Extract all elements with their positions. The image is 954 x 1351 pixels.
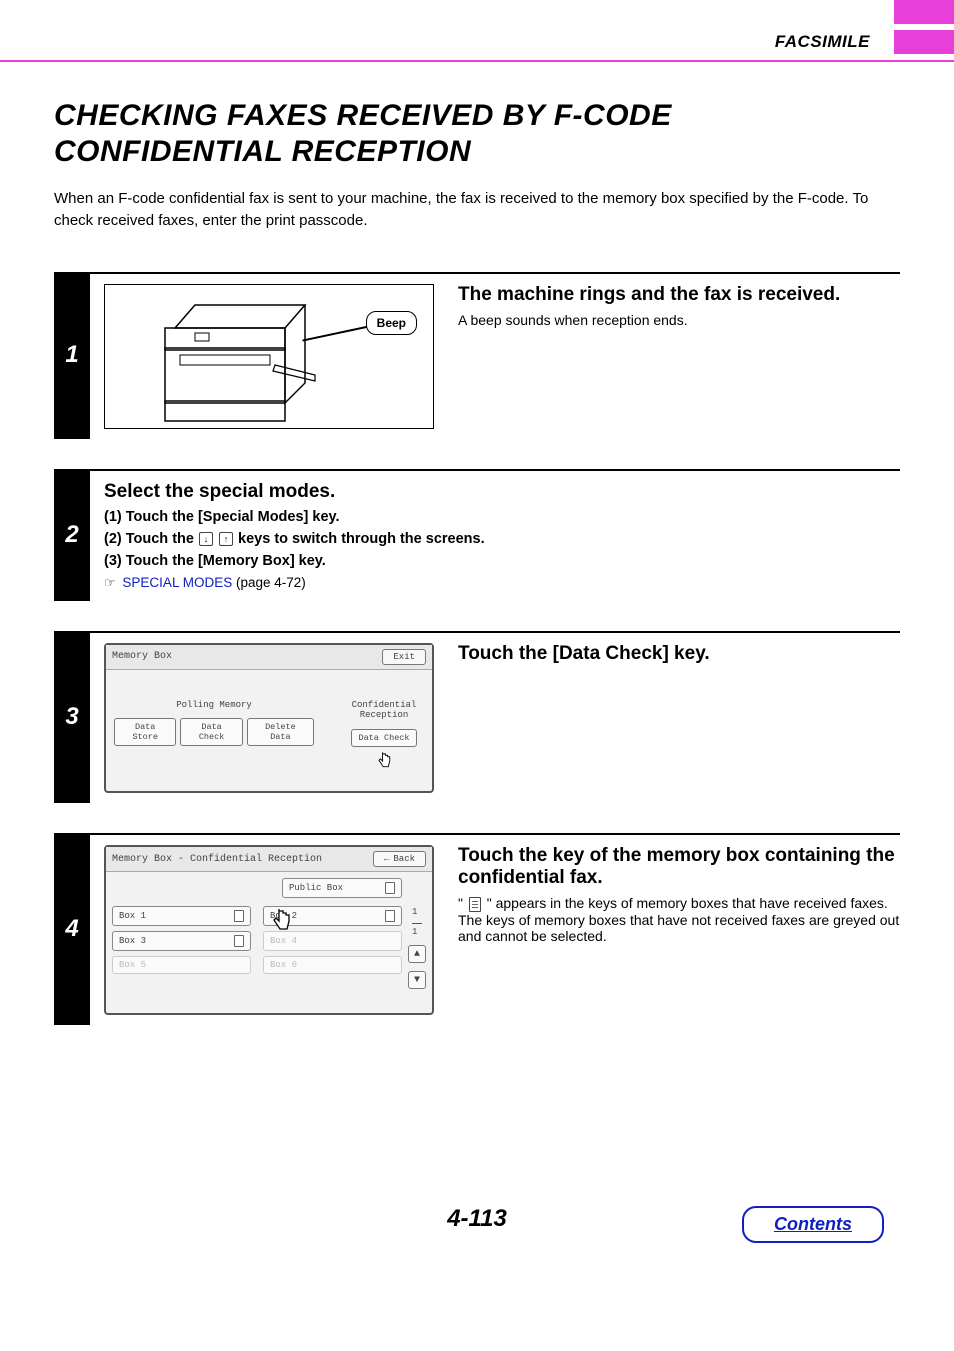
step1-heading: The machine rings and the fax is receive… xyxy=(458,284,900,306)
memory-box-1[interactable]: Box 1 xyxy=(112,906,251,926)
step-2: 2 Select the special modes. (1) Touch th… xyxy=(54,469,900,601)
pointer-icon: ☞ xyxy=(104,575,116,591)
step1-subtext: A beep sounds when reception ends. xyxy=(458,312,900,328)
step4-heading: Touch the key of the memory box containi… xyxy=(458,845,900,889)
scroll-down-button[interactable]: ▼ xyxy=(408,971,426,989)
intro-paragraph: When an F-code confidential fax is sent … xyxy=(54,188,900,232)
printer-icon xyxy=(155,293,325,423)
page-number: 4-113 xyxy=(447,1205,507,1232)
printer-diagram: Beep xyxy=(104,284,434,429)
step2-sub2: (2) Touch the ↓ ↑ keys to switch through… xyxy=(104,531,900,547)
memory-box-panel: Memory Box Exit Polling Memory Data Stor… xyxy=(104,643,434,794)
memory-box-6-disabled: Box 6 xyxy=(263,956,402,974)
step-number: 3 xyxy=(54,631,90,804)
beep-bubble: Beep xyxy=(366,311,417,335)
header-accent xyxy=(894,30,954,54)
step-number: 4 xyxy=(54,833,90,1025)
memory-box-5-disabled: Box 5 xyxy=(112,956,251,974)
back-arrow-icon: ← xyxy=(384,854,389,864)
page-title: CHECKING FAXES RECEIVED BY F-CODE CONFID… xyxy=(54,98,900,170)
back-label: Back xyxy=(393,854,415,864)
top-color-band xyxy=(0,0,954,24)
document-icon xyxy=(385,910,395,922)
data-check-button-confidential[interactable]: Data Check xyxy=(351,729,416,747)
step4-body: " " appears in the keys of memory boxes … xyxy=(458,895,900,944)
page-footer: 4-113 Contents xyxy=(0,1205,954,1263)
confidential-reception-panel: Memory Box - Confidential Reception ← Ba… xyxy=(104,845,434,1015)
data-check-button-polling[interactable]: Data Check xyxy=(180,718,242,746)
header-row: FACSIMILE xyxy=(0,24,954,62)
document-icon xyxy=(234,910,244,922)
delete-data-button[interactable]: Delete Data xyxy=(247,718,314,746)
back-button[interactable]: ← Back xyxy=(373,851,426,867)
document-icon xyxy=(385,882,395,894)
document-icon xyxy=(234,935,244,947)
scroll-up-button[interactable]: ▲ xyxy=(408,945,426,963)
step-1: 1 Beep The machine rings and the fax is … xyxy=(54,272,900,439)
step3-heading: Touch the [Data Check] key. xyxy=(458,643,900,665)
step-3: 3 Memory Box Exit Polling Memory Data St… xyxy=(54,631,900,804)
panel4-title: Memory Box - Confidential Reception xyxy=(112,854,322,865)
ref-page: (page 4-72) xyxy=(232,575,306,590)
hand-cursor-icon xyxy=(268,907,294,935)
page-indicator: 1 1 xyxy=(412,907,422,937)
arrow-up-key-icon: ↑ xyxy=(219,532,233,546)
hand-cursor-icon xyxy=(375,751,393,771)
arrow-down-key-icon: ↓ xyxy=(199,532,213,546)
polling-memory-label: Polling Memory xyxy=(114,700,314,711)
step2-sub1: (1) Touch the [Special Modes] key. xyxy=(104,509,900,525)
public-box-button[interactable]: Public Box xyxy=(282,878,402,898)
contents-button[interactable]: Contents xyxy=(742,1206,884,1243)
step2-ref: ☞ SPECIAL MODES (page 4-72) xyxy=(104,575,900,591)
panel3-title: Memory Box xyxy=(112,651,172,662)
confidential-reception-label: Confidential Reception xyxy=(344,700,424,722)
step-number: 1 xyxy=(54,272,90,439)
section-label: FACSIMILE xyxy=(775,32,890,52)
public-box-label: Public Box xyxy=(289,883,343,893)
step2-sub3: (3) Touch the [Memory Box] key. xyxy=(104,553,900,569)
exit-button[interactable]: Exit xyxy=(382,649,426,665)
data-store-button[interactable]: Data Store xyxy=(114,718,176,746)
step2-heading: Select the special modes. xyxy=(104,481,900,503)
special-modes-link[interactable]: SPECIAL MODES xyxy=(122,575,232,590)
step2-sub2-a: (2) Touch the xyxy=(104,531,198,547)
step2-sub2-b: keys to switch through the screens. xyxy=(238,531,485,547)
memory-box-3[interactable]: Box 3 xyxy=(112,931,251,951)
step-4: 4 Memory Box - Confidential Reception ← … xyxy=(54,833,900,1025)
document-icon xyxy=(469,897,481,912)
step-number: 2 xyxy=(54,469,90,601)
